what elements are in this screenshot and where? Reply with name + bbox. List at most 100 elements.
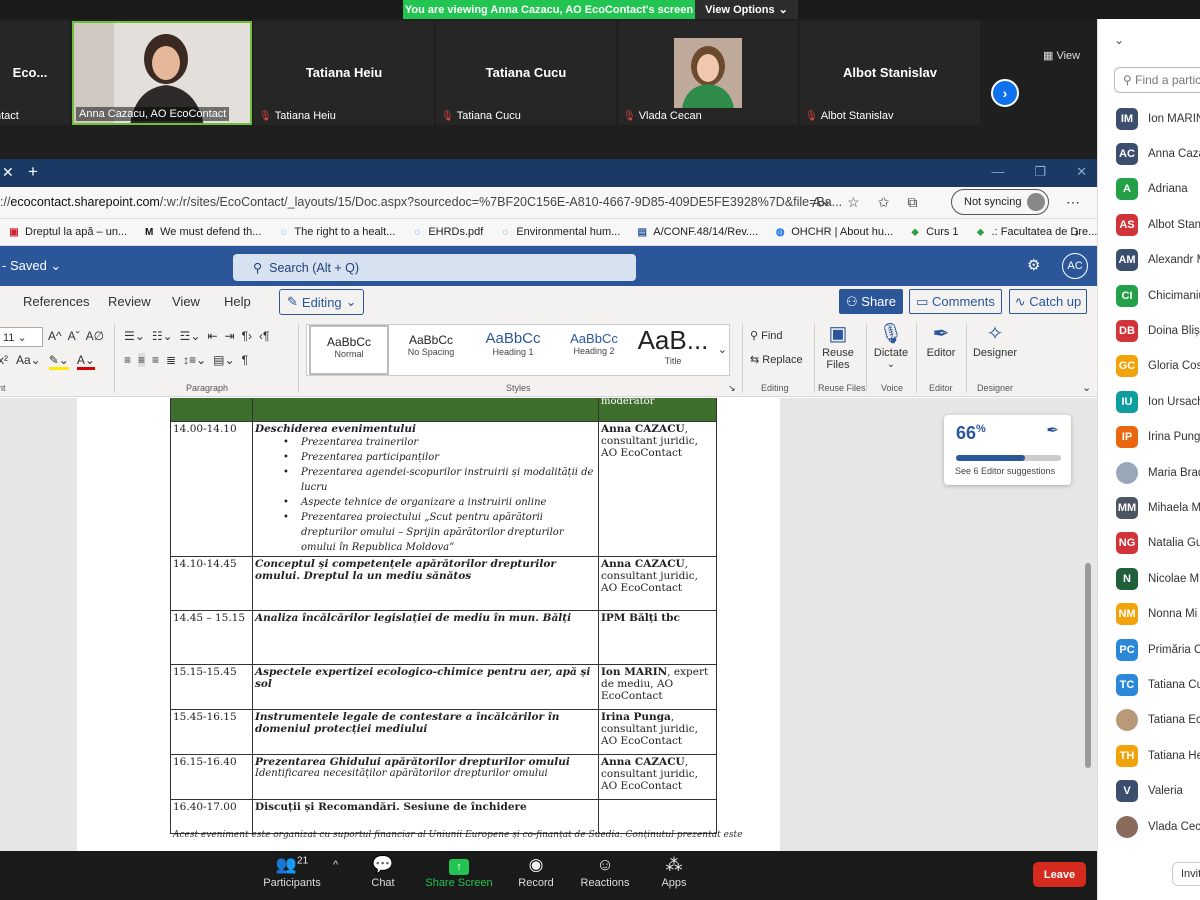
tab-help[interactable]: Help <box>224 294 251 309</box>
sync-button[interactable]: Not syncing <box>951 189 1049 215</box>
view-button[interactable]: ▦ View <box>1043 49 1080 62</box>
bookmark-item[interactable]: M We must defend th... <box>143 226 261 238</box>
replace-button[interactable]: ⇆ Replace <box>750 353 803 366</box>
share-button[interactable]: ⚇ Share <box>839 289 903 314</box>
maximize-icon[interactable]: ❐ <box>1034 164 1046 180</box>
reactions-button[interactable]: ☺ Reactions <box>578 855 632 889</box>
view-options-button[interactable]: View Options ⌄ <box>695 0 798 19</box>
video-tile[interactable]: Tatiana Cucu 🎙︎ Tatiana Cucu <box>436 21 616 125</box>
superscript-icon[interactable]: x² <box>0 353 8 370</box>
table-row[interactable]: 14.00-14.10 Deschiderea evenimentului Pr… <box>170 421 717 557</box>
new-tab-icon[interactable]: + <box>28 162 38 182</box>
table-row[interactable]: 14.10-14.45 Conceptul și competențele ap… <box>170 556 717 611</box>
style-normal[interactable]: AaBbCc Normal <box>309 325 389 375</box>
table-row[interactable]: 16.40-17.00 Discuții și Recomandări. Ses… <box>170 799 717 834</box>
video-tile[interactable]: Tatiana Heiu 🎙︎ Tatiana Heiu <box>254 21 434 125</box>
bookmark-item[interactable]: ◌ The right to a healt... <box>277 226 395 238</box>
shading-icon[interactable]: ▤⌄ <box>213 353 234 367</box>
participant-item[interactable]: IP Irina Punga <box>1116 420 1200 455</box>
chat-button[interactable]: 💬 Chat <box>363 855 403 889</box>
clear-format-icon[interactable]: A∅ <box>86 329 104 343</box>
ltr-icon[interactable]: ¶› <box>242 329 252 343</box>
video-tile[interactable]: 🎙︎ Vlada Cecan <box>618 21 798 125</box>
participant-item[interactable]: IU Ion Ursache <box>1116 384 1200 419</box>
participant-item[interactable]: NG Natalia Gu <box>1116 526 1200 561</box>
participant-item[interactable]: Tatiana Ec <box>1116 703 1200 738</box>
settings-gear-icon[interactable]: ⚙ <box>1027 256 1040 274</box>
participant-item[interactable]: V Valeria <box>1116 773 1200 808</box>
participant-item[interactable]: A Adriana <box>1116 172 1200 207</box>
account-avatar[interactable]: AC <box>1062 253 1088 279</box>
participant-item[interactable]: N Nicolae M <box>1116 561 1200 596</box>
comments-button[interactable]: ▭ Comments <box>909 289 1002 314</box>
multilevel-icon[interactable]: ☲⌄ <box>180 329 201 343</box>
save-status[interactable]: - Saved ⌄ <box>2 258 61 274</box>
collapse-chevron-icon[interactable]: ⌄ <box>1114 33 1124 47</box>
highlight-icon[interactable]: ✎⌄ <box>48 353 69 370</box>
video-tile[interactable]: Albot Stanislav 🎙︎ Albot Stanislav <box>800 21 980 125</box>
next-page-button[interactable]: › <box>991 79 1019 107</box>
table-row[interactable]: 14.45 – 15.15 Analiza încălcărilor legis… <box>170 610 717 665</box>
more-menu-icon[interactable]: ⋯ <box>1066 194 1080 211</box>
bullets-icon[interactable]: ☰⌄ <box>124 329 145 343</box>
style-title[interactable]: AaB... Title <box>633 325 713 375</box>
close-window-icon[interactable]: ✕ <box>1076 164 1087 180</box>
close-tab-icon[interactable]: ✕ <box>2 164 14 181</box>
participant-item[interactable]: DB Doina Blișc <box>1116 313 1200 348</box>
rtl-icon[interactable]: ‹¶ <box>259 329 269 343</box>
bookmark-item[interactable]: ◌ EHRDs.pdf <box>411 226 483 238</box>
numbering-icon[interactable]: ☷⌄ <box>152 329 173 343</box>
leave-button[interactable]: Leave <box>1033 862 1086 887</box>
url-field[interactable]: ://ecocontact.sharepoint.com/:w:/r/sites… <box>0 195 842 209</box>
video-tile[interactable]: Eco... ntact <box>0 21 70 125</box>
editing-mode-button[interactable]: ✎ Editing ⌄ <box>279 289 364 315</box>
editor-suggestions-link[interactable]: See 6 Editor suggestions <box>955 466 1055 476</box>
participant-item[interactable]: NM Nonna Mi <box>1116 596 1200 631</box>
editor-score-card[interactable]: 66% ✒ See 6 Editor suggestions <box>944 415 1071 485</box>
invite-button[interactable]: Invite <box>1172 862 1200 886</box>
bookmark-item[interactable]: ◍ OHCHR | About hu... <box>774 226 893 238</box>
table-row[interactable]: 16.15-16.40 Prezentarea Ghidului apărăto… <box>170 754 717 800</box>
participant-item[interactable]: MM Mihaela M <box>1116 490 1200 525</box>
participant-item[interactable]: Vlada Cecan <box>1116 809 1200 844</box>
participant-item[interactable]: TC Tatiana Cucu <box>1116 667 1200 702</box>
tab-references[interactable]: References <box>23 294 89 309</box>
catch-up-button[interactable]: ∿ Catch up <box>1009 289 1087 314</box>
tab-review[interactable]: Review <box>108 294 151 309</box>
reuse-files-button[interactable]: ▣ Reuse Files <box>820 321 856 371</box>
share-screen-button[interactable]: ↑ Share Screen <box>424 855 494 889</box>
style-heading-2[interactable]: AaBbCc Heading 2 <box>557 325 631 375</box>
minimize-icon[interactable]: — <box>991 164 1004 180</box>
styles-launcher-icon[interactable]: ↘ <box>728 383 736 394</box>
line-spacing-icon[interactable]: ↕≡⌄ <box>183 353 206 367</box>
justify-icon[interactable]: ≣ <box>166 353 176 367</box>
table-row[interactable]: 15.15-15.45 Aspectele expertizei ecologi… <box>170 664 717 710</box>
increase-indent-icon[interactable]: ⇥ <box>225 329 235 343</box>
participant-item[interactable]: AM Alexandr M <box>1116 243 1200 278</box>
font-color-icon[interactable]: A⌄ <box>76 353 95 370</box>
show-marks-icon[interactable]: ¶ <box>242 353 248 367</box>
favorites-icon[interactable]: ✩ <box>878 194 890 211</box>
participant-item[interactable]: Maria Brad <box>1116 455 1200 490</box>
decrease-indent-icon[interactable]: ⇤ <box>207 329 217 343</box>
align-left-icon[interactable]: ≡ <box>124 353 131 367</box>
participants-caret-icon[interactable]: ^ <box>333 859 338 871</box>
participant-item[interactable]: IM Ion MARIN <box>1116 101 1200 136</box>
align-right-icon[interactable]: ≡ <box>152 353 159 367</box>
record-button[interactable]: ◉ Record <box>512 855 560 889</box>
editor-button[interactable]: ✒ Editor <box>922 321 960 359</box>
document-scrollbar[interactable] <box>1085 563 1091 768</box>
tab-view[interactable]: View <box>172 294 200 309</box>
style-heading-1[interactable]: AaBbCc Heading 1 <box>473 325 553 375</box>
participant-item[interactable]: AC Anna Cazacu <box>1116 136 1200 171</box>
bookmark-item[interactable]: ▣ Dreptul la apă – un... <box>8 226 127 238</box>
participant-item[interactable]: AS Albot Stanislav <box>1116 207 1200 242</box>
find-button[interactable]: ⚲ Find <box>750 329 783 342</box>
apps-button[interactable]: ⁂ Apps <box>656 855 692 889</box>
read-aloud-icon[interactable]: A» <box>812 194 829 211</box>
bookmark-item[interactable]: ◌ Environmental hum... <box>499 226 620 238</box>
participants-button[interactable]: 👥21 Participants <box>262 855 322 889</box>
participant-item[interactable]: TH Tatiana Heiu <box>1116 738 1200 773</box>
participant-search-input[interactable]: ⚲ Find a partic <box>1114 67 1200 93</box>
bookmarks-more-chevron-icon[interactable]: › <box>1075 225 1079 240</box>
